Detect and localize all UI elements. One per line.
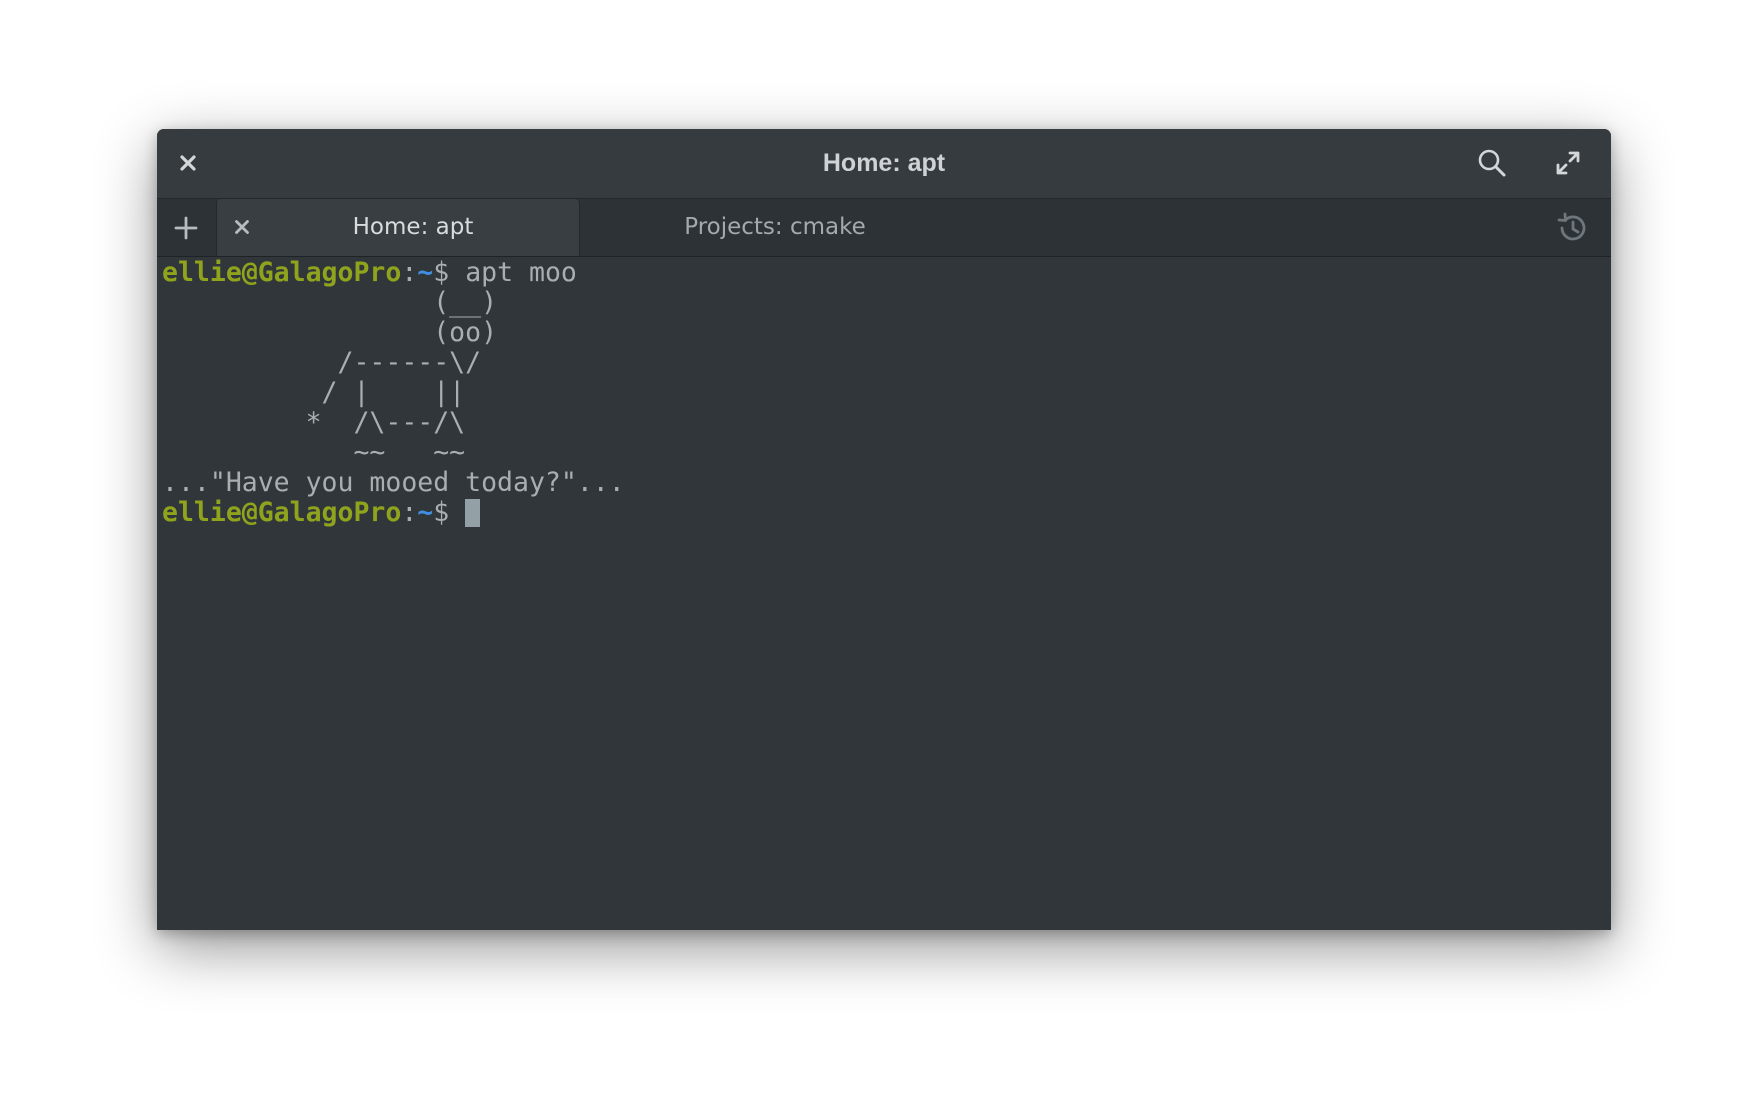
tab-bar: Home: apt Projects: cmake <box>157 199 1611 257</box>
prompt-user-host: ellie@GalagoPro <box>162 257 402 288</box>
command-text: apt moo <box>465 257 577 288</box>
closed-tabs-history-button[interactable] <box>1553 209 1591 247</box>
output-line: /------\/ <box>162 347 482 378</box>
new-tab-button[interactable] <box>157 199 215 256</box>
fullscreen-icon <box>1556 151 1580 175</box>
prompt-colon: : <box>401 257 418 288</box>
terminal-window: Home: apt Home: apt Projects: cmake elli… <box>157 129 1611 930</box>
prompt-colon: : <box>401 497 418 528</box>
tab-label: Projects: cmake <box>684 214 866 240</box>
tab-home-apt[interactable]: Home: apt <box>216 199 580 256</box>
output-line: * /\---/\ <box>162 407 466 438</box>
output-line: / | || <box>162 377 466 408</box>
text-cursor <box>465 499 481 527</box>
output-line: (__) <box>162 287 498 318</box>
fullscreen-button[interactable] <box>1550 145 1586 181</box>
titlebar: Home: apt <box>157 129 1611 199</box>
plus-icon <box>174 216 198 239</box>
output-line: ~~ ~~ <box>162 437 466 468</box>
search-icon <box>1478 149 1506 177</box>
output-line: ..."Have you mooed today?"... <box>162 467 625 498</box>
prompt-symbol: $ <box>433 257 466 288</box>
prompt-path: ~ <box>417 257 434 288</box>
terminal-output: ellie@GalagoPro:~$ apt moo (__) (oo) /--… <box>162 258 625 528</box>
history-icon <box>1557 212 1586 241</box>
prompt-symbol: $ <box>433 497 466 528</box>
tab-projects-cmake[interactable]: Projects: cmake <box>579 199 941 256</box>
window-close-button[interactable] <box>170 145 206 181</box>
tab-close-button[interactable] <box>227 212 257 242</box>
tab-label: Home: apt <box>352 214 474 240</box>
close-icon <box>235 220 249 234</box>
search-button[interactable] <box>1474 145 1510 181</box>
close-icon <box>180 155 196 171</box>
terminal-view[interactable]: ellie@GalagoPro:~$ apt moo (__) (oo) /--… <box>157 257 1611 930</box>
prompt-path: ~ <box>417 497 434 528</box>
window-title: Home: apt <box>822 149 946 177</box>
output-line: (oo) <box>162 317 498 348</box>
prompt-user-host: ellie@GalagoPro <box>162 497 402 528</box>
